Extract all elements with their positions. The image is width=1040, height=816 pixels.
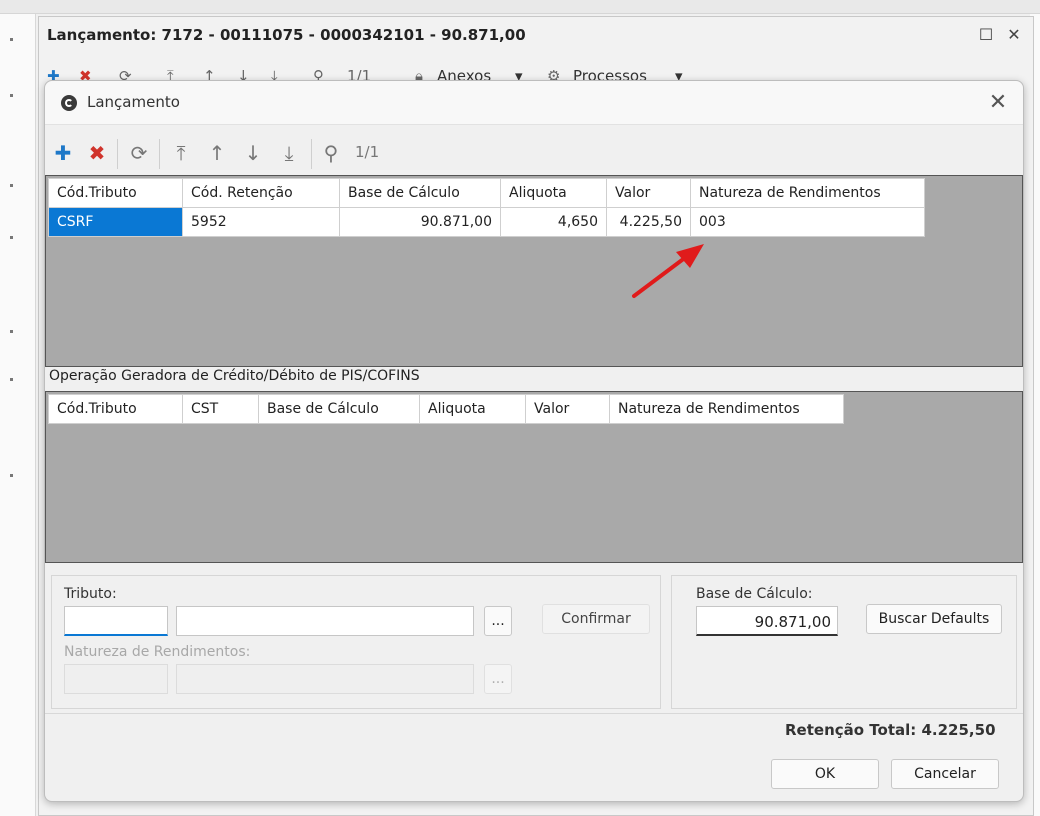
natureza-code-input[interactable] [64,664,168,694]
sidebar-marker [10,38,13,41]
dialog-titlebar: Lançamento ✕ [45,81,1023,125]
lancamento-dialog: Lançamento ✕ ✚ ✖ ⟳ ⤒ ↑ ↓ ⤓ ⚲ 1/1 Cód.Tri… [44,80,1024,802]
toolbar-separator [311,139,312,169]
dialog-close-icon[interactable]: ✕ [985,90,1011,116]
tributo-description-input[interactable] [176,606,474,636]
cell-valor[interactable]: 4.225,50 [606,207,691,237]
column-header[interactable]: Cód. Retenção [182,178,340,208]
pis-cofins-grid: Cód.Tributo CST Base de Cálculo Aliquota… [45,391,1023,563]
column-header[interactable]: Aliquota [500,178,607,208]
next-record-icon[interactable]: ↓ [239,129,267,177]
refresh-icon[interactable]: ⟳ [125,129,153,177]
cell-cod-retencao[interactable]: 5952 [182,207,340,237]
tributo-lookup-button[interactable]: ... [484,606,512,636]
annotation-arrow-head [676,244,704,268]
column-header[interactable]: Cód.Tributo [48,394,183,424]
sidebar-marker [10,330,13,333]
sidebar-marker [10,236,13,239]
base-calculo-label: Base de Cálculo: [696,586,813,602]
natureza-lookup-button[interactable]: ... [484,664,512,694]
search-icon[interactable]: ⚲ [317,129,345,177]
column-header[interactable]: Aliquota [419,394,526,424]
base-calculo-input[interactable]: 90.871,00 [696,606,838,636]
column-header[interactable]: Natureza de Rendimentos [609,394,844,424]
table-header-row: Cód.Tributo Cód. Retenção Base de Cálcul… [48,178,925,208]
column-header[interactable]: Base de Cálculo [339,178,501,208]
tributo-code-input[interactable] [64,606,168,636]
table-header-row: Cód.Tributo CST Base de Cálculo Aliquota… [48,394,844,424]
column-header[interactable]: Valor [525,394,610,424]
dialog-title: Lançamento [87,93,180,111]
sidebar-marker [10,184,13,187]
retencoes-grid: Cód.Tributo Cód. Retenção Base de Cálcul… [45,175,1023,367]
column-header[interactable]: CST [182,394,259,424]
column-header[interactable]: Natureza de Rendimentos [690,178,925,208]
ok-button[interactable]: OK [771,759,879,789]
first-record-icon[interactable]: ⤒ [167,129,195,177]
natureza-rendimentos-label: Natureza de Rendimentos: [64,644,251,660]
toolbar-separator [159,139,160,169]
retencao-total: Retenção Total: 4.225,50 [785,721,996,739]
cell-base-calculo[interactable]: 90.871,00 [339,207,501,237]
annotation-arrow-shaft [632,252,692,298]
record-count: 1/1 [355,143,380,161]
add-icon[interactable]: ✚ [49,129,77,177]
confirmar-button[interactable]: Confirmar [542,604,650,634]
pis-cofins-section-label: Operação Geradora de Crédito/Débito de P… [49,368,420,384]
retencoes-table: Cód.Tributo Cód. Retenção Base de Cálcul… [48,178,925,237]
outer-window-title: Lançamento: 7172 - 00111075 - 0000342101… [47,26,526,44]
cell-natureza-rendimentos[interactable]: 003 [690,207,925,237]
table-row[interactable]: CSRF 5952 90.871,00 4,650 4.225,50 003 [48,207,925,237]
maximize-icon[interactable]: ☐ [975,24,997,46]
last-record-icon[interactable]: ⤓ [275,129,303,177]
base-calculo-box: Base de Cálculo: 90.871,00 Buscar Defaul… [671,575,1017,709]
background-app-sidebar [0,14,36,816]
natureza-description-input[interactable] [176,664,474,694]
previous-record-icon[interactable]: ↑ [203,129,231,177]
cancelar-button[interactable]: Cancelar [891,759,999,789]
annotation-arrow-icon [632,244,704,298]
dialog-toolbar: ✚ ✖ ⟳ ⤒ ↑ ↓ ⤓ ⚲ 1/1 [45,129,1023,177]
column-header[interactable]: Valor [606,178,691,208]
cell-aliquota[interactable]: 4,650 [500,207,607,237]
app-logo-icon [61,95,77,111]
tributo-label: Tributo: [64,586,117,602]
delete-icon[interactable]: ✖ [83,129,111,177]
close-icon[interactable]: ✕ [1003,24,1025,46]
buscar-defaults-button[interactable]: Buscar Defaults [866,604,1002,634]
column-header[interactable]: Cód.Tributo [48,178,183,208]
footer-divider [45,713,1023,714]
column-header[interactable]: Base de Cálculo [258,394,420,424]
background-app-header [0,0,1040,14]
tributo-form-box: Tributo: ... Confirmar Natureza de Rendi… [51,575,661,709]
sidebar-marker [10,474,13,477]
pis-cofins-table: Cód.Tributo CST Base de Cálculo Aliquota… [48,394,844,424]
sidebar-marker [10,94,13,97]
cell-cod-tributo[interactable]: CSRF [48,207,183,237]
toolbar-separator [117,139,118,169]
sidebar-marker [10,378,13,381]
